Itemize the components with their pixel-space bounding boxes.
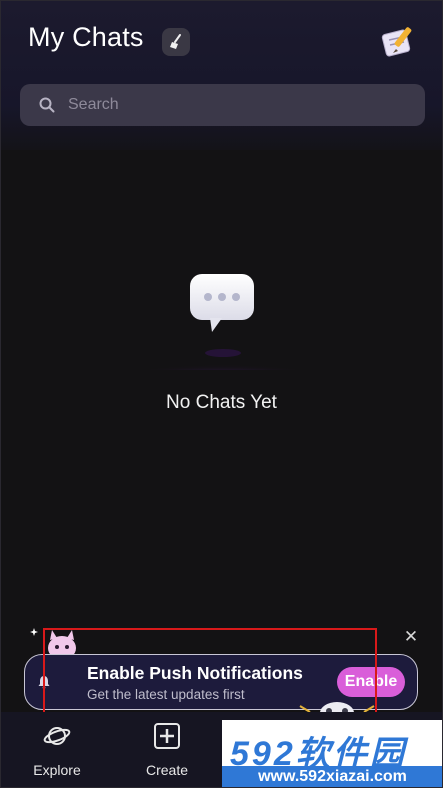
empty-state-text: No Chats Yet <box>166 392 277 413</box>
search-icon <box>39 97 55 113</box>
broom-icon <box>170 34 181 49</box>
tab-explore-label: Explore <box>33 762 81 778</box>
tab-create-label: Create <box>145 762 189 778</box>
highlight-box <box>43 628 377 720</box>
plus-square-icon <box>154 723 180 749</box>
compose-button[interactable] <box>378 20 420 62</box>
search-input[interactable] <box>66 95 425 115</box>
chat-bubble-icon <box>190 274 254 332</box>
clear-chats-button[interactable] <box>162 28 190 56</box>
header: My Chats <box>0 0 443 150</box>
notification-close-button[interactable]: ✕ <box>400 626 422 648</box>
tab-create[interactable]: Create <box>132 722 202 782</box>
planet-glow-decoration <box>96 342 350 370</box>
empty-state: No Chats Yet <box>0 260 443 430</box>
planet-icon <box>43 727 71 745</box>
close-icon: ✕ <box>403 627 419 646</box>
search-bar[interactable] <box>20 84 425 126</box>
watermark: 592软件园 www.592xiazai.com <box>222 720 443 788</box>
tab-explore[interactable]: Explore <box>22 722 92 782</box>
watermark-url: www.592xiazai.com <box>222 766 443 788</box>
page-title: My Chats <box>28 22 144 52</box>
compose-icon <box>381 27 412 57</box>
